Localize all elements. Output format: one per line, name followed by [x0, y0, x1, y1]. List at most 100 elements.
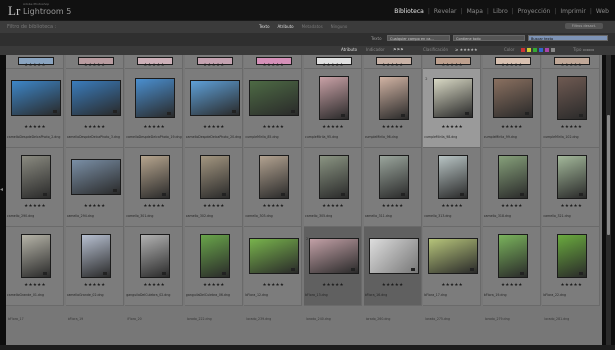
grid-cell[interactable]: ★★★★★ camello_318.dng [482, 148, 541, 227]
color-swatch[interactable] [527, 48, 531, 52]
color-swatch[interactable] [551, 48, 555, 52]
rating-stars[interactable]: ★★★★★ [483, 63, 541, 68]
grid-cell[interactable]: ★★★★★ camello_321.dng [542, 148, 601, 227]
tab-ninguno[interactable]: Ninguno [331, 24, 348, 29]
rating-stars[interactable]: ★★★★★ [542, 63, 600, 68]
grid-cell[interactable]: ★★★★★ bFlora_22.dng [542, 227, 601, 306]
grid-cell[interactable]: ★★★★★cumpleMirila_68.dng [482, 55, 541, 77]
grid-cell[interactable]: ★★★★★ bFlora_12.dng [244, 227, 303, 306]
module-biblioteca[interactable]: Biblioteca [392, 8, 426, 15]
grid-cell[interactable]: ★★★★★ camelloDespdeDelcaPhoto_19.dng [125, 69, 184, 148]
grid-cell[interactable]: ★★★★★ cumpleMirila_96.dng [363, 69, 422, 148]
grid-cell[interactable]: ★★★★★ camelloDespdeDelcaPhoto_3.dng [65, 69, 124, 148]
rating-stars-filter[interactable]: ≥ ★★★★★ [455, 47, 478, 52]
rating-stars[interactable]: ★★★★★ [304, 283, 362, 288]
type-filter-icons[interactable]: ▭▭▭ [583, 47, 594, 52]
rating-stars[interactable]: ★★★★★ [125, 204, 183, 209]
rating-stars[interactable]: ★★★★★ [6, 63, 64, 68]
rating-stars[interactable]: ★★★★★ [125, 283, 183, 288]
grid-cell[interactable]: ★★★★★camelloDespdeDelcaPhoto_12.dng [244, 55, 303, 77]
rating-stars[interactable]: ★★★★★ [185, 204, 243, 209]
rating-stars[interactable]: ★★★★★ [364, 204, 422, 209]
color-swatch[interactable] [533, 48, 537, 52]
rating-stars[interactable]: ★★★★★ [125, 125, 183, 130]
rating-stars[interactable]: ★★★★★ [6, 125, 64, 130]
scrollbar-thumb[interactable] [607, 115, 610, 235]
module-mapa[interactable]: Mapa [465, 8, 485, 15]
grid-cell[interactable]: ★★★★★ bFlora_19.dng [482, 227, 541, 306]
grid-cell[interactable]: 2 ★★★★★ bFlora_13.dng [304, 227, 362, 306]
rating-stars[interactable]: ★★★★★ [364, 125, 422, 130]
module-web[interactable]: Web [594, 8, 611, 15]
rating-stars[interactable]: ★★★★★ [423, 204, 481, 209]
grid-cell[interactable]: ★★★★★ bFlora_17.dng [423, 227, 482, 306]
grid-cell[interactable]: ★★★★★ bFlora_16.dng [363, 227, 422, 306]
search-input[interactable]: Buscar texto [528, 35, 608, 41]
grid-cell[interactable]: ★★★★★ camello_311.dng [363, 148, 422, 227]
rating-stars[interactable]: ★★★★★ [542, 283, 600, 288]
grid-cell[interactable]: ★★★★★ ganguilaDelCulebra_06.dng [184, 227, 243, 306]
rating-stars[interactable]: ★★★★★ [483, 204, 541, 209]
grid-cell[interactable]: ★★★★★ camello_301.dng [125, 148, 184, 227]
grid-cell[interactable]: ★★★★★ camello_313.dng [423, 148, 482, 227]
grid-cell[interactable]: ★★★★★ cumpleMirila_102.dng [542, 69, 601, 148]
rating-stars[interactable]: ★★★★★ [542, 125, 600, 130]
grid-cell[interactable]: ★★★★★camelloDespdeDelcaPhoto_07.dng [184, 55, 243, 77]
module-revelar[interactable]: Revelar [432, 8, 459, 15]
rating-stars[interactable]: ★★★★★ [244, 125, 302, 130]
tab-texto[interactable]: Texto [259, 24, 270, 29]
grid-cell[interactable]: ★★★★★camello_001.dng [6, 55, 64, 77]
rating-stars[interactable]: ★★★★★ [66, 125, 124, 130]
rating-stars[interactable]: ★★★★★ [125, 63, 183, 68]
grid-cell[interactable]: ★★★★★ ganguilaDelCulebra_02.dng [125, 227, 184, 306]
rating-stars[interactable]: ★★★★★ [66, 63, 124, 68]
rating-stars[interactable]: ★★★★★ [185, 125, 243, 130]
module-proyeccion[interactable]: Proyección [516, 8, 553, 15]
grid-cell[interactable]: ★★★★★ camello_294.dng [65, 148, 124, 227]
flag-icons[interactable]: ⚑⚑⚑ [393, 47, 404, 52]
grid-cell[interactable]: ★★★★★ camello_305.dng [304, 148, 362, 227]
rating-stars[interactable]: ★★★★★ [244, 63, 302, 68]
grid-cell[interactable]: ★★★★★camelloDespdeDelcaPhoto_06.dng [125, 55, 184, 77]
rating-stars[interactable]: ★★★★★ [244, 283, 302, 288]
color-swatch[interactable] [521, 48, 525, 52]
rating-stars[interactable]: ★★★★★ [364, 283, 422, 288]
rating-stars[interactable]: ★★★★★ [423, 283, 481, 288]
grid-cell[interactable]: ★★★★★ camello_303.dng [244, 148, 303, 227]
filter-preset-select[interactable]: Filtros desact. [565, 23, 603, 29]
rating-stars[interactable]: ★★★★★ [542, 204, 600, 209]
module-libro[interactable]: Libro [491, 8, 510, 15]
rating-stars[interactable]: ★★★★★ [66, 283, 124, 288]
rating-stars[interactable]: ★★★★★ [6, 283, 64, 288]
grid-cell[interactable]: ★★★★★cumpleMirila_70.dng [542, 55, 601, 77]
grid-cell[interactable]: ★★★★★ camello_302.dng [184, 148, 243, 227]
grid-cell[interactable]: ★★★★★ camelloDespdeDelcaPhoto_20.dng [184, 69, 243, 148]
rating-stars[interactable]: ★★★★★ [364, 63, 422, 68]
rating-stars[interactable]: ★★★★★ [6, 204, 64, 209]
search-mode-select[interactable]: Contiene todo [453, 35, 525, 41]
color-swatch[interactable] [539, 48, 543, 52]
search-field-select[interactable]: Cualquier campo en ca... [387, 35, 450, 41]
grid-cell[interactable]: 2 ★★★★★ cumpleMirila_98.dng [423, 69, 482, 148]
rating-stars[interactable]: ★★★★★ [423, 125, 481, 130]
rating-stars[interactable]: ★★★★★ [66, 204, 124, 209]
tab-atributo[interactable]: Atributo [278, 24, 294, 29]
grid-cell[interactable]: ★★★★★ camelloGrande_02.dng [65, 227, 124, 306]
grid-cell[interactable]: ★★★★★cumpleMirila_75.dng [304, 55, 362, 77]
rating-stars[interactable]: ★★★★★ [244, 204, 302, 209]
grid-cell[interactable]: ★★★★★ camelloDespdeDelcaPhoto_2.dng [6, 69, 64, 148]
grid-cell[interactable]: ★★★★★ camello_290.dng [6, 148, 64, 227]
grid-cell[interactable]: ★★★★★ cumpleMirila_95.dng [304, 69, 362, 148]
rating-stars[interactable]: ★★★★★ [483, 125, 541, 130]
grid-cell[interactable]: ★★★★★cumpleMirila_62.dng [423, 55, 482, 77]
module-imprimir[interactable]: Imprimir [558, 8, 588, 15]
rating-stars[interactable]: ★★★★★ [304, 204, 362, 209]
left-panel-toggle-icon[interactable]: ◂ [0, 186, 3, 193]
rating-stars[interactable]: ★★★★★ [483, 283, 541, 288]
grid-cell[interactable]: ★★★★★ camelloGrande_01.dng [6, 227, 64, 306]
grid-cell[interactable]: ★★★★★ cumpleMirila_99.dng [482, 69, 541, 148]
grid-cell[interactable]: ★★★★★ cumpleMirila_85.dng [244, 69, 303, 148]
rating-stars[interactable]: ★★★★★ [185, 283, 243, 288]
color-swatch[interactable] [545, 48, 549, 52]
rating-stars[interactable]: ★★★★★ [423, 63, 481, 68]
